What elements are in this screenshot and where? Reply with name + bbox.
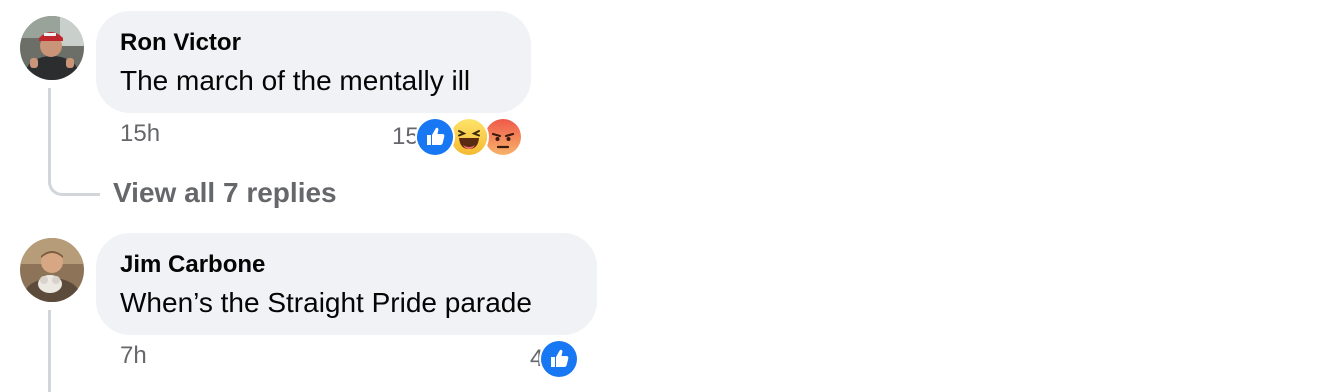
- comment-text: The march of the mentally ill: [120, 65, 471, 96]
- view-all-replies-link[interactable]: View all 7 replies: [113, 177, 337, 209]
- thread-line: [48, 88, 51, 148]
- comment-bubble[interactable]: Ron Victor The march of the mentally ill: [96, 11, 531, 113]
- avatar-ron-victor[interactable]: [20, 16, 84, 80]
- angry-icon: [482, 117, 523, 157]
- profile-photo-icon: [20, 16, 84, 80]
- avatar-jim-carbone[interactable]: [20, 238, 84, 302]
- comment-timestamp[interactable]: 7h: [120, 342, 147, 370]
- comment-author[interactable]: Ron Victor: [120, 29, 507, 57]
- haha-icon: [448, 117, 489, 157]
- comment-bubble[interactable]: Jim Carbone When’s the Straight Pride pa…: [96, 233, 597, 335]
- replies-connector: [48, 146, 100, 196]
- thread-line: [48, 310, 51, 392]
- like-icon: [539, 339, 580, 379]
- reaction-summary[interactable]: 15: [392, 117, 523, 157]
- profile-photo-icon: [20, 238, 84, 302]
- comment-timestamp[interactable]: 15h: [120, 120, 160, 148]
- comment-text: When’s the Straight Pride parade: [120, 287, 532, 318]
- comment-author[interactable]: Jim Carbone: [120, 251, 573, 279]
- reaction-summary[interactable]: 4: [530, 339, 580, 379]
- like-icon: [414, 117, 455, 157]
